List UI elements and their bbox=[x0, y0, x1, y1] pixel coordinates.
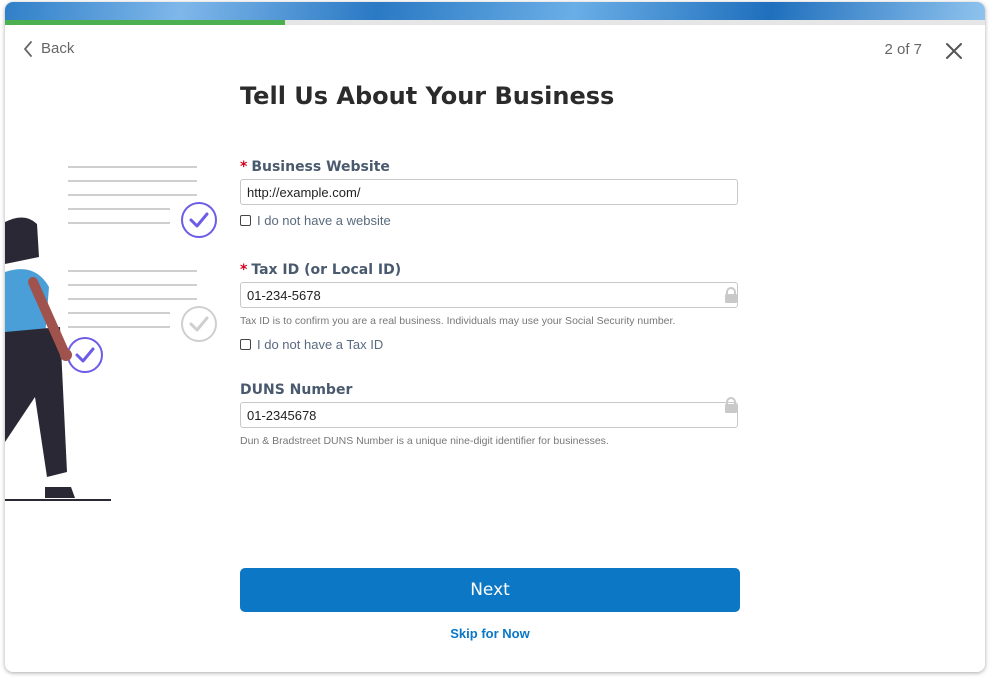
progress-bar bbox=[5, 20, 985, 25]
lock-icon bbox=[725, 287, 737, 303]
required-marker: * bbox=[240, 262, 248, 278]
checkbox-box[interactable] bbox=[240, 215, 251, 226]
tax-id-help-text: Tax ID is to confirm you are a real busi… bbox=[240, 315, 676, 327]
progress-bar-fill bbox=[5, 20, 286, 25]
skip-for-now-link[interactable]: Skip for Now bbox=[240, 626, 740, 641]
website-label: * Business Website bbox=[240, 159, 390, 175]
chevron-left-icon bbox=[24, 40, 32, 57]
tax-id-label: * Tax ID (or Local ID) bbox=[240, 262, 401, 278]
no-website-label: I do not have a website bbox=[257, 213, 391, 228]
website-input[interactable] bbox=[240, 179, 738, 205]
checklist-person-illustration bbox=[5, 166, 217, 501]
duns-input[interactable] bbox=[240, 402, 738, 428]
back-button[interactable]: Back bbox=[23, 40, 74, 57]
checkbox-box[interactable] bbox=[240, 339, 251, 350]
no-website-checkbox[interactable]: I do not have a website bbox=[240, 213, 391, 228]
back-label: Back bbox=[41, 40, 75, 57]
website-label-text: Business Website bbox=[251, 159, 390, 175]
next-button[interactable]: Next bbox=[240, 568, 740, 612]
no-tax-id-checkbox[interactable]: I do not have a Tax ID bbox=[240, 337, 383, 352]
tax-id-input[interactable] bbox=[240, 282, 738, 308]
close-icon[interactable] bbox=[945, 42, 963, 60]
step-indicator: 2 of 7 bbox=[884, 41, 922, 58]
tax-id-label-text: Tax ID (or Local ID) bbox=[251, 262, 402, 278]
duns-help-text: Dun & Bradstreet DUNS Number is a unique… bbox=[240, 435, 609, 447]
no-tax-id-label: I do not have a Tax ID bbox=[257, 337, 384, 352]
required-marker: * bbox=[240, 159, 248, 175]
page-title: Tell Us About Your Business bbox=[240, 82, 615, 110]
duns-label: DUNS Number bbox=[240, 382, 353, 398]
header-banner bbox=[5, 2, 985, 20]
lock-icon bbox=[725, 397, 737, 413]
